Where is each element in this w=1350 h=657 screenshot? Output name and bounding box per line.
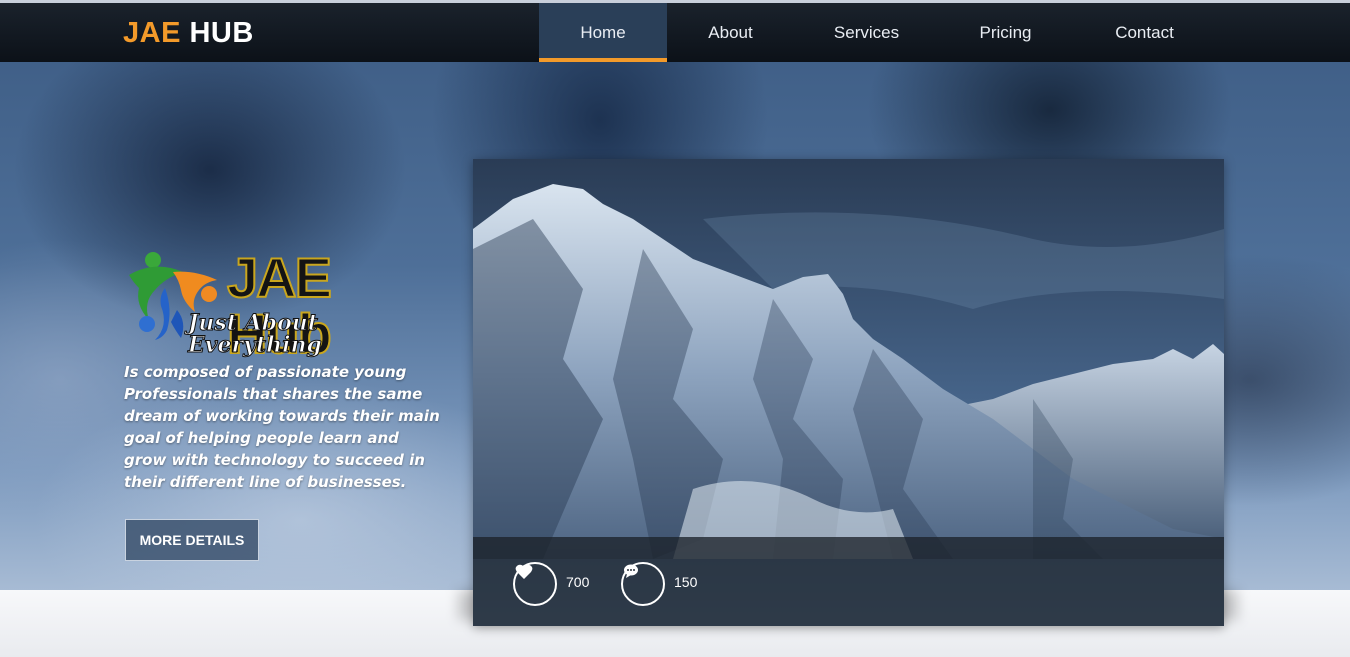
more-details-button[interactable]: MORE DETAILS [125,519,259,561]
comment-button[interactable] [621,562,665,606]
card-stats-bar: 700 150 [473,537,1224,626]
hero-intro-text: Is composed of passionate young Professi… [124,363,440,491]
nav-pricing[interactable]: Pricing [939,3,1072,62]
like-button[interactable] [513,562,557,606]
comments-count: 150 [674,574,698,590]
main-nav: Home About Services Pricing Contact [539,3,1217,62]
jae-hub-logo: JAE Hub Just About Everything [125,249,445,363]
brand-part1: JAE [123,17,181,49]
nav-home[interactable]: Home [539,3,667,62]
nav-contact[interactable]: Contact [1072,3,1217,62]
navbar: JAE HUB Home About Services Pricing Cont… [0,3,1350,62]
comment-icon [624,564,638,578]
logo-tagline: Just About Everything [188,310,323,358]
nav-services[interactable]: Services [794,3,939,62]
brand-logo[interactable]: JAE HUB [123,17,254,50]
featured-photo-card: 700 150 [473,159,1224,626]
likes-count: 700 [566,574,590,590]
heart-icon [515,564,533,579]
nav-about[interactable]: About [667,3,794,62]
brand-part2: HUB [189,17,254,49]
